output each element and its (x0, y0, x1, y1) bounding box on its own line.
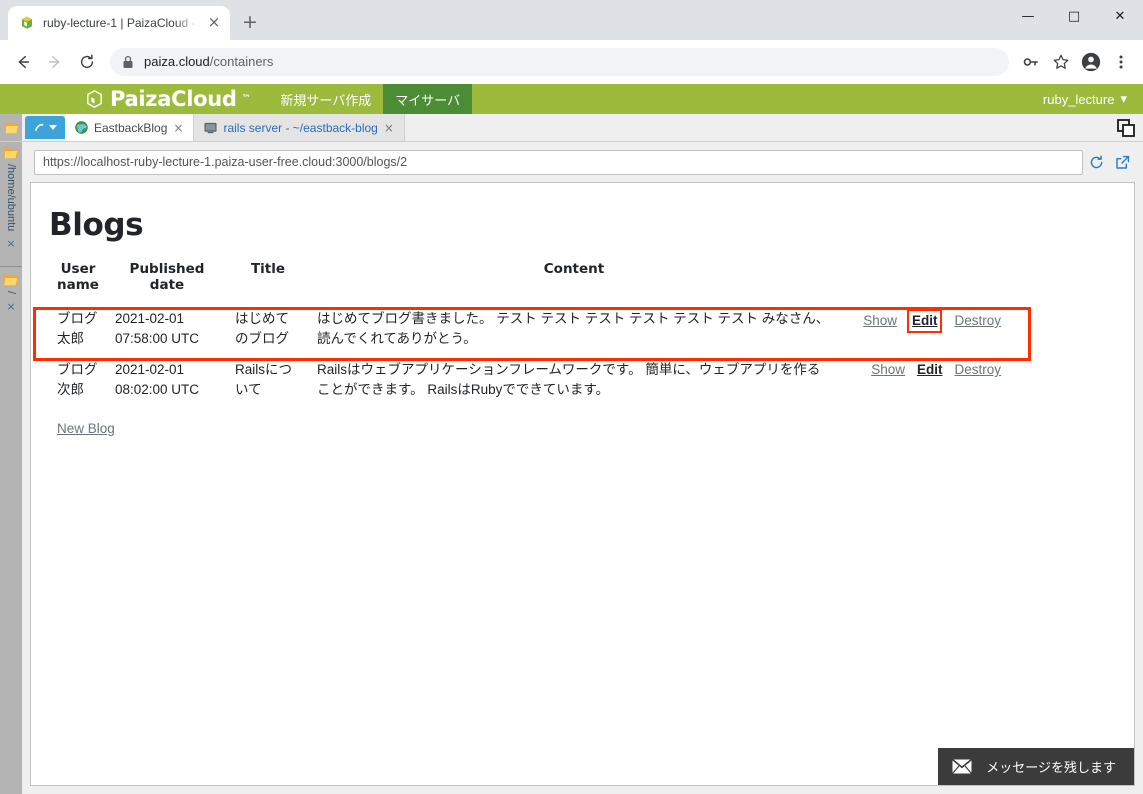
chevron-down-icon: ▾ (1120, 91, 1127, 106)
paizacloud-header: PaizaCloud ™ 新規サーバ作成 マイサーバ ruby_lecture … (0, 84, 1143, 114)
edit-link[interactable]: Edit (912, 313, 938, 328)
cell-published-date: 2021-02-01 07:58:00 UTC (115, 311, 200, 346)
table-row: ブログ太郎 2021-02-01 07:58:00 UTC はじめてのブログ は… (49, 303, 1009, 354)
window-maximize-button[interactable]: □ (1051, 0, 1097, 32)
app-tab-label: EastbackBlog (94, 120, 168, 135)
lock-icon (122, 55, 134, 69)
browser-tab[interactable]: ruby-lecture-1 | PaizaCloud - Inst × (8, 6, 230, 40)
column-header-published-date: Published date (129, 261, 205, 293)
profile-avatar-icon[interactable] (1077, 48, 1105, 76)
edit-link-highlight: Edit (906, 309, 943, 333)
sidebar-top-folder (0, 114, 22, 141)
address-path: /containers (209, 54, 274, 69)
preview-reload-icon[interactable] (1083, 149, 1109, 175)
app-tab-close-icon[interactable]: × (173, 121, 183, 135)
blogs-page: Blogs User name Published date Title Cont… (31, 183, 1134, 785)
restore-windows-icon[interactable] (1117, 114, 1135, 141)
page-title: Blogs (49, 207, 144, 243)
paizacloud-logo-icon (84, 89, 105, 110)
sidebar-item-close-icon[interactable]: × (6, 300, 15, 313)
cell-user-name: ブログ次郎 (57, 362, 98, 397)
folder-icon (3, 146, 19, 160)
sidebar-item-home-ubuntu[interactable]: /home/ubuntu × (0, 144, 22, 260)
paizacloud-logo[interactable]: PaizaCloud ™ (84, 84, 251, 114)
new-tab-button[interactable]: + (236, 9, 264, 37)
address-host: paiza.cloud (144, 54, 210, 69)
terminal-icon (204, 122, 217, 134)
app-tab-close-icon[interactable]: × (384, 121, 394, 135)
sidebar-divider (0, 266, 22, 268)
column-header-content: Content (543, 261, 605, 277)
preview-urlbar: https://localhost-ruby-lecture-1.paiza-u… (22, 142, 1143, 182)
table-header-row: User name Published date Title Content (49, 261, 1009, 303)
show-link[interactable]: Show (871, 362, 905, 377)
new-app-tab-button[interactable] (25, 116, 65, 139)
window-minimize-button[interactable]: — (1005, 0, 1051, 32)
sidebar-item-label: / (5, 291, 17, 295)
address-bar-text: paiza.cloud/containers (144, 54, 273, 69)
folder-icon (3, 273, 19, 287)
user-menu[interactable]: ruby_lecture ▾ (1043, 84, 1127, 114)
paizacloud-nav: 新規サーバ作成 マイサーバ (268, 84, 473, 114)
browser-window: ruby-lecture-1 | PaizaCloud - Inst × + —… (0, 0, 1143, 794)
key-icon[interactable] (1017, 48, 1045, 76)
app-tab-eastbackblog[interactable]: EastbackBlog × (65, 114, 195, 141)
chat-widget-label: メッセージを残します (986, 760, 1116, 775)
destroy-link[interactable]: Destroy (954, 362, 1001, 377)
app-tab-label: rails server - ~/eastback-blog (223, 120, 378, 135)
window-controls: — □ ✕ (1005, 0, 1143, 32)
table-row: ブログ次郎 2021-02-01 08:02:00 UTC Railsについて … (49, 354, 1009, 405)
nav-new-server[interactable]: 新規サーバ作成 (268, 84, 383, 114)
kebab-menu-icon[interactable] (1107, 48, 1135, 76)
cell-content: はじめてブログ書きました。 テスト テスト テスト テスト テスト テスト みな… (317, 311, 830, 346)
column-header-actions (839, 261, 1009, 303)
chat-widget[interactable]: メッセージを残します (938, 748, 1134, 785)
sidebar-item-close-icon[interactable]: × (6, 237, 15, 250)
cell-published-date: 2021-02-01 08:02:00 UTC (115, 362, 200, 397)
cell-actions: Show Edit Destroy (839, 354, 1009, 405)
browser-tabstrip: ruby-lecture-1 | PaizaCloud - Inst × + —… (0, 0, 1143, 40)
browser-toolbar: paiza.cloud/containers (0, 40, 1143, 84)
cell-title: Railsについて (235, 362, 293, 397)
browser-tab-title: ruby-lecture-1 | PaizaCloud - Inst (43, 16, 198, 30)
column-header-user-name: User name (57, 261, 99, 293)
preview-pane: https://localhost-ruby-lecture-1.paiza-u… (22, 142, 1143, 794)
cell-title: はじめてのブログ (235, 311, 289, 346)
nav-my-server[interactable]: マイサーバ (383, 84, 473, 114)
blogs-table: User name Published date Title Content ブロ… (49, 261, 1009, 405)
column-header-title: Title (250, 261, 286, 277)
show-link[interactable]: Show (863, 313, 897, 328)
paizacloud-favicon (19, 15, 35, 31)
sidebar-item-label: /home/ubuntu (5, 164, 17, 232)
window-close-button[interactable]: ✕ (1097, 0, 1143, 32)
user-menu-label: ruby_lecture (1042, 91, 1115, 107)
paizacloud-logo-text: PaizaCloud (110, 87, 237, 111)
browser-tab-close-icon[interactable]: × (206, 15, 222, 31)
paizacloud-logo-tm: ™ (241, 94, 251, 104)
preview-open-external-icon[interactable] (1109, 149, 1135, 175)
paizacloud-body: /home/ubuntu × / × https://localhost-rub… (0, 142, 1143, 794)
address-bar[interactable]: paiza.cloud/containers (110, 47, 1009, 76)
preview-iframe: Blogs User name Published date Title Cont… (30, 182, 1135, 786)
file-sidebar: /home/ubuntu × / × (0, 142, 22, 794)
blogs-table-head: User name Published date Title Content (49, 261, 1009, 303)
destroy-link[interactable]: Destroy (954, 313, 1001, 328)
forward-button[interactable] (40, 47, 70, 77)
blogs-table-body: ブログ太郎 2021-02-01 07:58:00 UTC はじめてのブログ は… (49, 303, 1009, 405)
envelope-icon (952, 759, 973, 774)
new-blog-link[interactable]: New Blog (57, 421, 115, 436)
reload-button[interactable] (72, 47, 102, 77)
cell-actions: Show Edit Destroy (839, 303, 1009, 354)
preview-url-input[interactable]: https://localhost-ruby-lecture-1.paiza-u… (34, 149, 1083, 175)
edit-link[interactable]: Edit (917, 362, 943, 377)
cell-user-name: ブログ太郎 (57, 311, 98, 346)
paizacloud-tabrow: EastbackBlog × rails server - ~/eastback… (0, 114, 1143, 142)
browser-globe-icon (75, 121, 88, 134)
cell-content: Railsはウェブアプリケーションフレームワークです。 簡単に、ウェブアプリを作… (317, 362, 821, 397)
app-tab-rails-server[interactable]: rails server - ~/eastback-blog × (194, 114, 405, 141)
sidebar-item-root[interactable]: / × (0, 271, 22, 323)
star-icon[interactable] (1047, 48, 1075, 76)
back-button[interactable] (8, 47, 38, 77)
